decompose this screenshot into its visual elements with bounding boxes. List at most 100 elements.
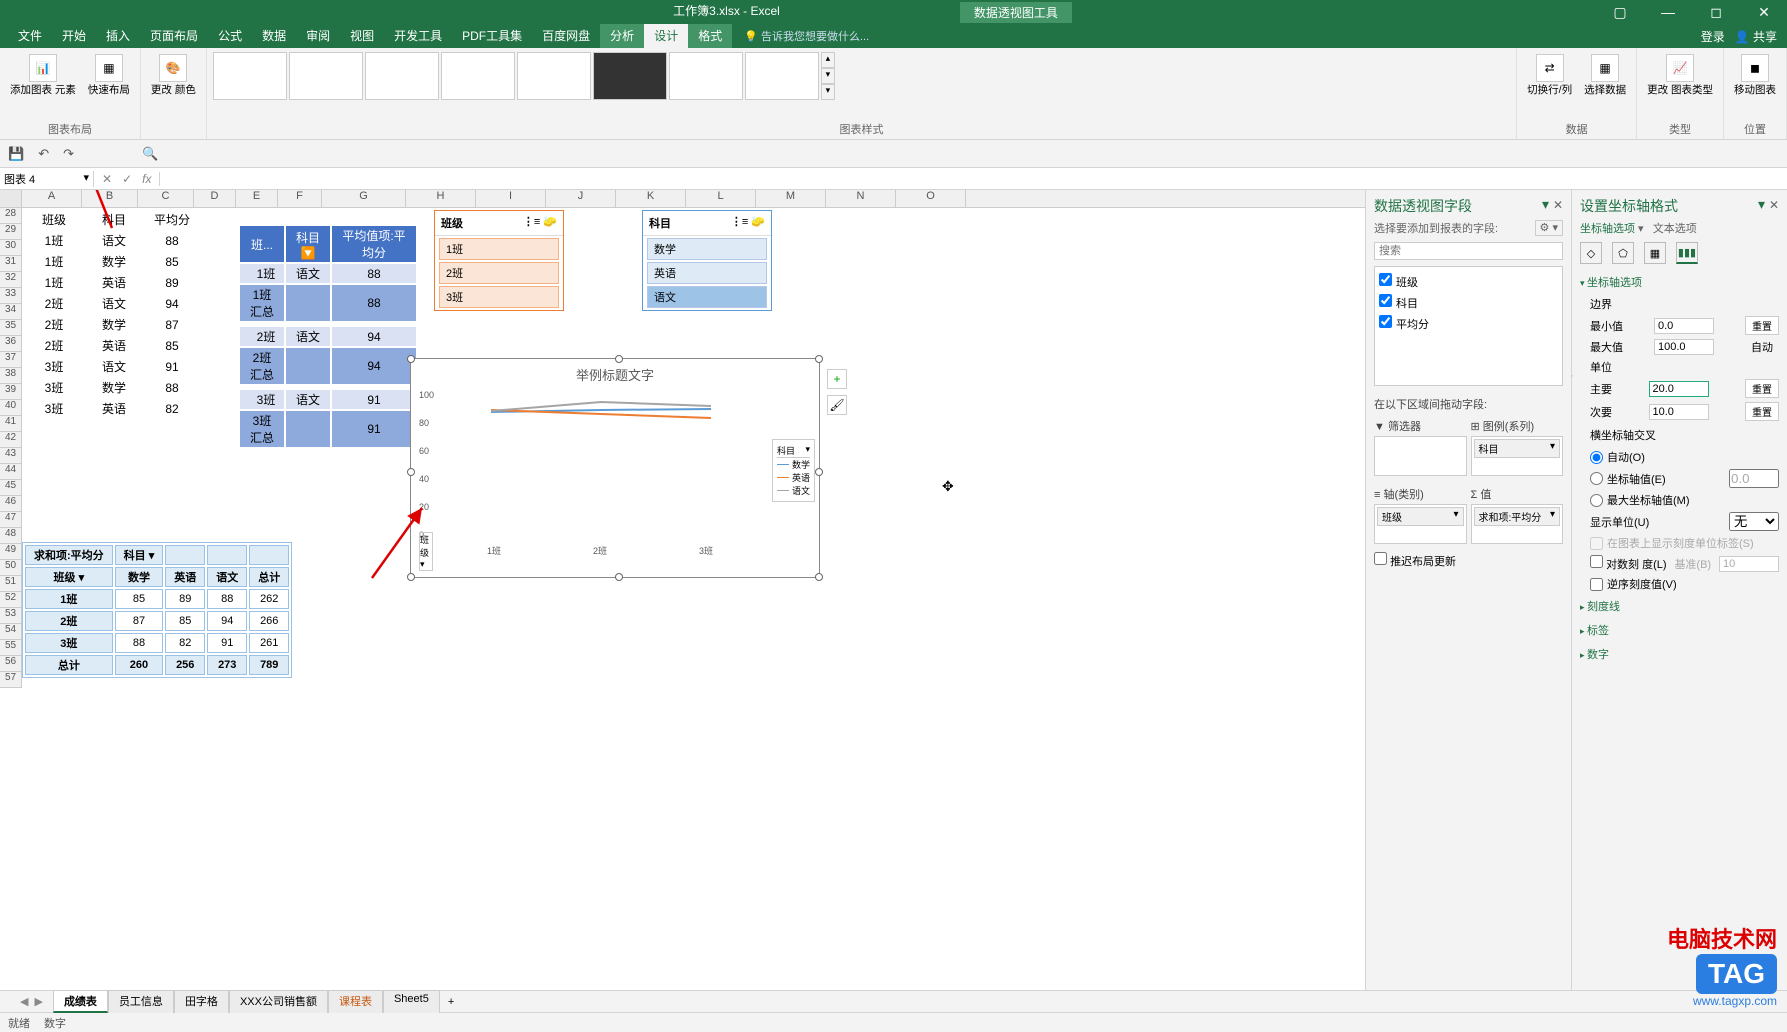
- sheet-nav-prev-icon[interactable]: ◀: [20, 995, 28, 1008]
- chevron-down-icon[interactable]: ▾: [83, 171, 89, 187]
- close-pane-icon[interactable]: ✕: [1769, 198, 1779, 212]
- switch-row-column-button[interactable]: ⇄切换行/列: [1523, 52, 1576, 99]
- menu-tab-百度网盘[interactable]: 百度网盘: [532, 24, 600, 48]
- change-colors-button[interactable]: 🎨更改 颜色: [147, 52, 200, 99]
- field-item[interactable]: 平均分: [1379, 313, 1558, 334]
- fill-tab-icon[interactable]: ◇: [1580, 242, 1602, 264]
- slicer-multiselect-icon[interactable]: ⋮≡ 🧽: [523, 215, 557, 231]
- slicer-item[interactable]: 2班: [439, 262, 559, 284]
- row-header[interactable]: 54: [0, 624, 22, 640]
- row-header[interactable]: 50: [0, 560, 22, 576]
- cross-auto-radio[interactable]: [1590, 451, 1603, 464]
- row-header[interactable]: 41: [0, 416, 22, 432]
- menu-tab-格式[interactable]: 格式: [688, 24, 732, 48]
- reset-button[interactable]: 重置: [1745, 316, 1779, 335]
- column-header[interactable]: C: [138, 190, 194, 207]
- slicer-item[interactable]: 语文: [647, 286, 767, 308]
- reset-button[interactable]: 重置: [1745, 379, 1779, 398]
- field-checkbox[interactable]: [1379, 315, 1392, 328]
- save-icon[interactable]: 💾: [8, 146, 24, 162]
- sheet-tab[interactable]: 课程表: [328, 990, 383, 1013]
- min-value-input[interactable]: [1654, 318, 1714, 334]
- size-tab-icon[interactable]: ▦: [1644, 242, 1666, 264]
- pane-dropdown-icon[interactable]: ▾: [1542, 196, 1549, 212]
- menu-tab-数据[interactable]: 数据: [252, 24, 296, 48]
- number-section[interactable]: 数字: [1580, 642, 1779, 666]
- pivot-table[interactable]: 班...科目 🔽平均值项:平均分 1班语文881班 汇总882班语文942班 汇…: [238, 224, 418, 449]
- menu-tab-页面布局[interactable]: 页面布局: [140, 24, 208, 48]
- chart-style-item[interactable]: [593, 52, 667, 100]
- sheet-tab[interactable]: XXX公司销售额: [229, 990, 328, 1013]
- chart-style-item[interactable]: [365, 52, 439, 100]
- change-chart-type-button[interactable]: 📈更改 图表类型: [1643, 52, 1717, 99]
- field-checkbox[interactable]: [1379, 294, 1392, 307]
- redo-icon[interactable]: ↷: [63, 146, 74, 162]
- slicer-subject[interactable]: 科目⋮≡ 🧽 数学英语语文: [642, 210, 772, 311]
- chart-legend[interactable]: 科目▾ 数学 英语 语文: [772, 439, 815, 502]
- log-scale-checkbox[interactable]: [1590, 555, 1603, 568]
- row-header[interactable]: 35: [0, 320, 22, 336]
- row-header[interactable]: 51: [0, 576, 22, 592]
- row-header[interactable]: 36: [0, 336, 22, 352]
- gear-icon[interactable]: ⚙ ▾: [1535, 220, 1563, 236]
- values-zone[interactable]: 求和项:平均分▾: [1471, 504, 1564, 544]
- column-header[interactable]: O: [896, 190, 966, 207]
- select-all-corner[interactable]: [0, 190, 22, 207]
- row-header[interactable]: 52: [0, 592, 22, 608]
- row-header[interactable]: 43: [0, 448, 22, 464]
- filter-zone[interactable]: [1374, 436, 1467, 476]
- column-header[interactable]: H: [406, 190, 476, 207]
- chart-style-item[interactable]: [745, 52, 819, 100]
- chart-style-gallery[interactable]: ▴▾▾: [213, 52, 835, 100]
- row-header[interactable]: 46: [0, 496, 22, 512]
- column-header[interactable]: F: [278, 190, 322, 207]
- row-header[interactable]: 53: [0, 608, 22, 624]
- row-header[interactable]: 42: [0, 432, 22, 448]
- row-header[interactable]: 56: [0, 656, 22, 672]
- menu-tab-开发工具[interactable]: 开发工具: [384, 24, 452, 48]
- row-header[interactable]: 29: [0, 224, 22, 240]
- pane-dropdown-icon[interactable]: ▾: [1758, 196, 1765, 212]
- slicer-item[interactable]: 3班: [439, 286, 559, 308]
- add-sheet-button[interactable]: +: [440, 996, 462, 1008]
- maximize-button[interactable]: ◻: [1701, 4, 1731, 21]
- major-unit-input[interactable]: [1649, 381, 1709, 397]
- column-header[interactable]: G: [322, 190, 406, 207]
- column-header[interactable]: B: [82, 190, 138, 207]
- row-header[interactable]: 48: [0, 528, 22, 544]
- sheet-tab[interactable]: 成绩表: [53, 990, 108, 1013]
- menu-tab-文件[interactable]: 文件: [8, 24, 52, 48]
- login-link[interactable]: 登录: [1701, 28, 1725, 45]
- reverse-checkbox[interactable]: [1590, 578, 1603, 591]
- confirm-icon[interactable]: ✓: [122, 172, 132, 186]
- share-button[interactable]: 👤 共享: [1735, 28, 1777, 45]
- defer-layout-checkbox[interactable]: [1374, 552, 1387, 565]
- row-header[interactable]: 57: [0, 672, 22, 688]
- row-header[interactable]: 34: [0, 304, 22, 320]
- chart-axis-field-button[interactable]: 班级 ▾: [419, 532, 433, 571]
- slicer-item[interactable]: 英语: [647, 262, 767, 284]
- column-header[interactable]: K: [616, 190, 686, 207]
- field-checkbox[interactable]: [1379, 273, 1392, 286]
- undo-icon[interactable]: ↶: [38, 146, 49, 162]
- row-header[interactable]: 49: [0, 544, 22, 560]
- ribbon-display-options-icon[interactable]: ▢: [1605, 4, 1635, 21]
- chart-brush-button[interactable]: 🖌: [827, 395, 847, 415]
- column-header[interactable]: D: [194, 190, 236, 207]
- sheet-tab[interactable]: 田字格: [174, 990, 229, 1013]
- axis-options-section[interactable]: 坐标轴选项: [1580, 270, 1779, 294]
- quick-layout-button[interactable]: ▦快速布局: [84, 52, 134, 99]
- reset-button[interactable]: 重置: [1745, 402, 1779, 421]
- column-header[interactable]: I: [476, 190, 546, 207]
- row-header[interactable]: 28: [0, 208, 22, 224]
- column-header[interactable]: E: [236, 190, 278, 207]
- menu-tab-插入[interactable]: 插入: [96, 24, 140, 48]
- column-header[interactable]: M: [756, 190, 826, 207]
- column-header[interactable]: J: [546, 190, 616, 207]
- row-header[interactable]: 55: [0, 640, 22, 656]
- effects-tab-icon[interactable]: ⬠: [1612, 242, 1634, 264]
- column-header[interactable]: A: [22, 190, 82, 207]
- chart-style-item[interactable]: [289, 52, 363, 100]
- select-data-button[interactable]: ▦选择数据: [1580, 52, 1630, 99]
- cross-value-radio[interactable]: [1590, 472, 1603, 485]
